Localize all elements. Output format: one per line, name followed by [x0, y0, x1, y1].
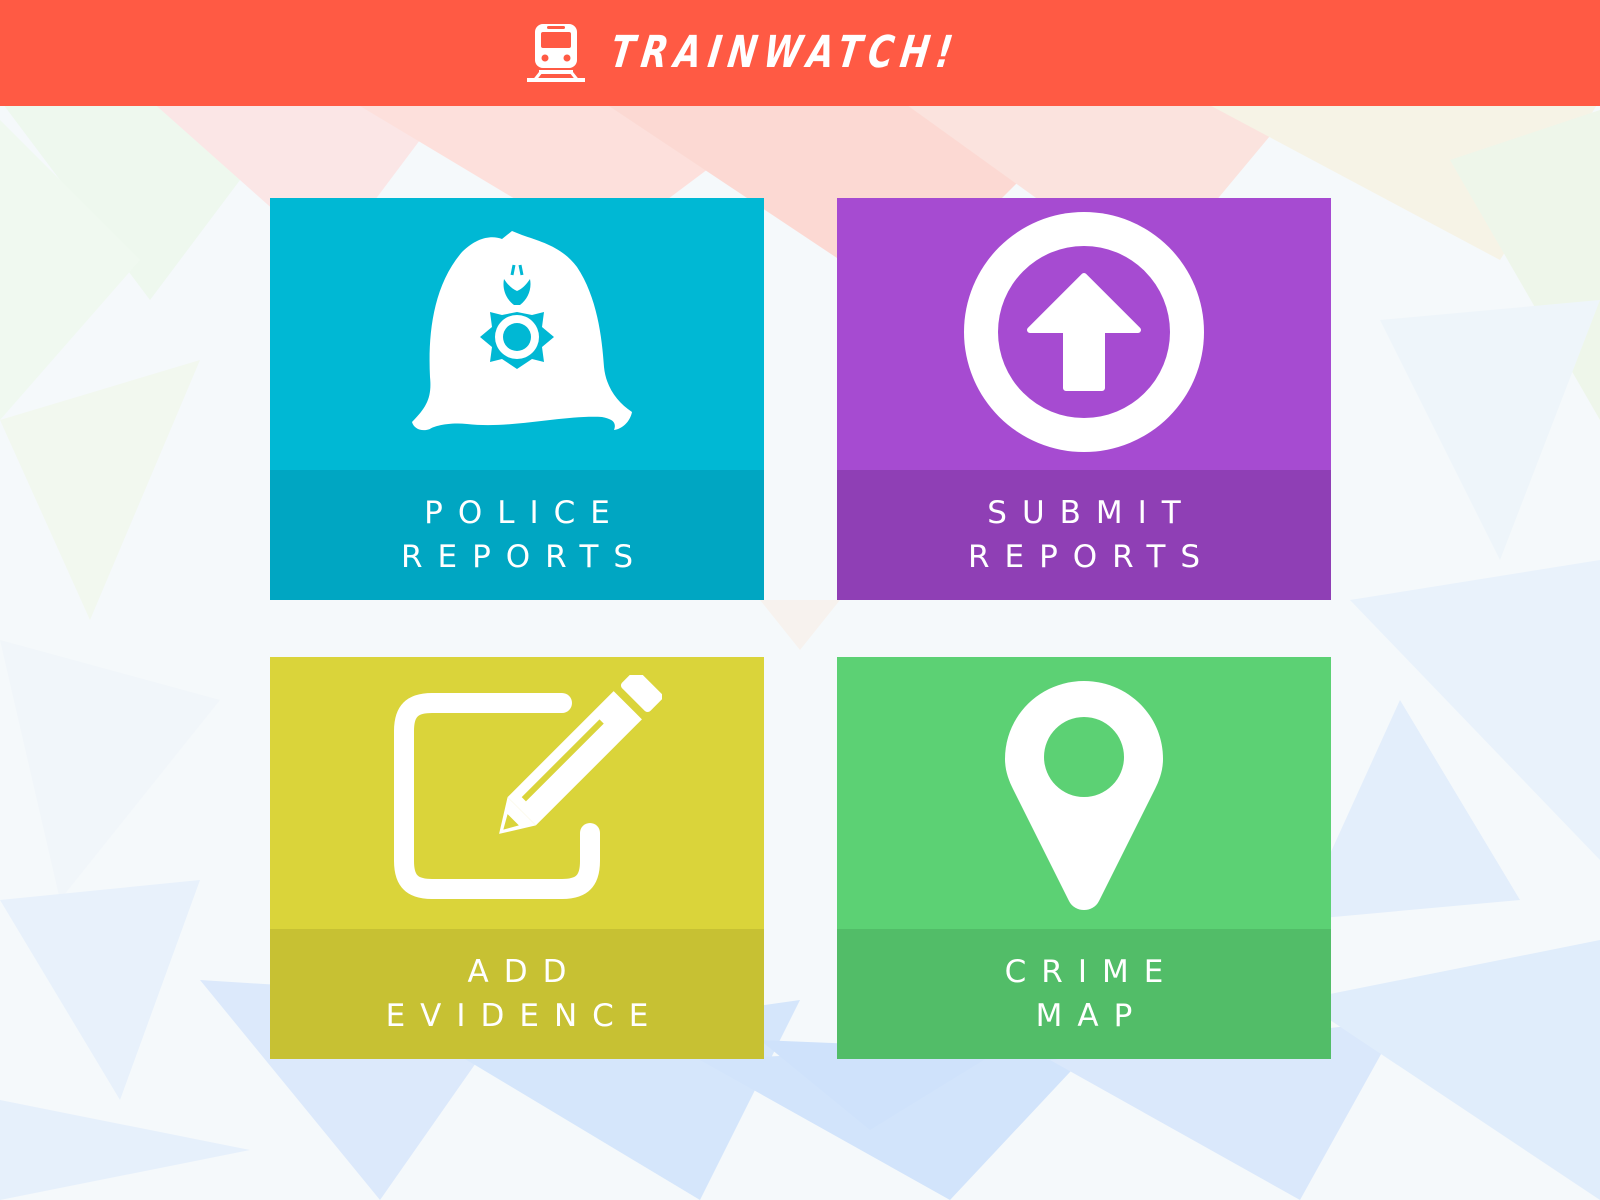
- submit-reports-tile[interactable]: SUBMIT REPORTS: [837, 198, 1331, 600]
- map-pin-icon: [999, 671, 1169, 915]
- train-icon: [523, 22, 589, 84]
- brand: TRAINWATCH!: [523, 22, 1057, 84]
- police-helmet-icon: [392, 217, 642, 451]
- crime-map-tile[interactable]: CRIME MAP: [837, 657, 1331, 1059]
- crime-map-label-line-1: CRIME: [1004, 954, 1179, 990]
- add-evidence-label: ADD EVIDENCE: [270, 929, 764, 1059]
- add-evidence-label-line-1: ADD: [467, 954, 582, 990]
- police-reports-label: POLICE REPORTS: [270, 470, 764, 600]
- crime-map-label-line-2: MAP: [1035, 998, 1148, 1034]
- submit-reports-label: SUBMIT REPORTS: [837, 470, 1331, 600]
- upload-arrow-icon: [962, 210, 1206, 458]
- submit-reports-label-line-2: REPORTS: [967, 539, 1216, 575]
- submit-reports-icon-area: [837, 198, 1331, 470]
- police-reports-label-line-2: REPORTS: [400, 539, 649, 575]
- background-pattern: [0, 0, 1600, 1200]
- police-reports-tile[interactable]: POLICE REPORTS: [270, 198, 764, 600]
- add-evidence-icon-area: [270, 657, 764, 929]
- add-evidence-tile[interactable]: ADD EVIDENCE: [270, 657, 764, 1059]
- app-header: TRAINWATCH!: [0, 0, 1600, 106]
- add-evidence-label-line-2: EVIDENCE: [385, 998, 664, 1034]
- police-reports-icon-area: [270, 198, 764, 470]
- crime-map-icon-area: [837, 657, 1331, 929]
- police-reports-label-line-1: POLICE: [424, 495, 625, 531]
- app-title: TRAINWATCH!: [607, 27, 963, 78]
- submit-reports-label-line-1: SUBMIT: [987, 495, 1196, 531]
- crime-map-label: CRIME MAP: [837, 929, 1331, 1059]
- edit-pencil-icon: [372, 670, 663, 911]
